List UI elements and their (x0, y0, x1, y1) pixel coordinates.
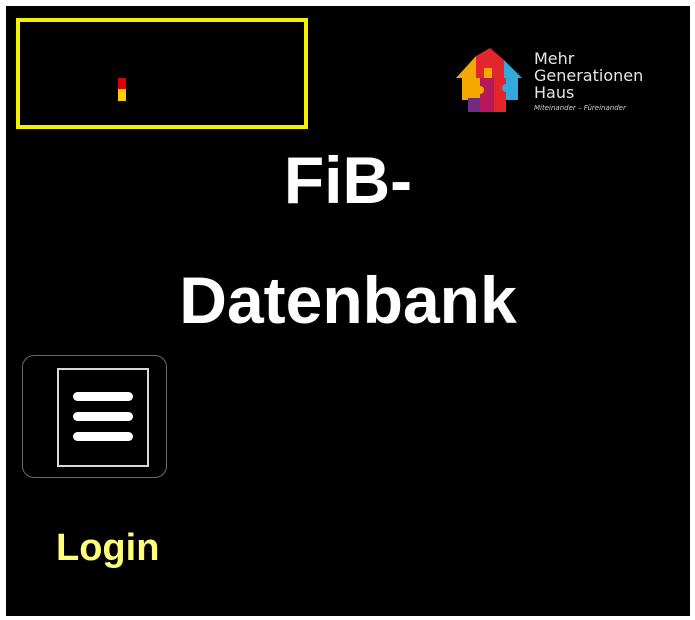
menu-toggle-button[interactable] (22, 355, 167, 478)
home-logo-link[interactable] (16, 18, 308, 129)
login-link[interactable]: Login (56, 526, 159, 570)
mehrgenerationenhaus-logo[interactable]: Mehr Generationen Haus Miteinander – Für… (454, 48, 674, 128)
hamburger-menu-icon (73, 392, 133, 442)
logo-line-1: Mehr (534, 49, 575, 68)
logo-line-2: Generationen (534, 66, 644, 85)
page-title-line-2: Datenbank (179, 263, 518, 337)
logo-tagline: Miteinander – Füreinander (534, 104, 626, 112)
german-flag-icon (118, 66, 126, 101)
mehrgenerationenhaus-wordmark: Mehr Generationen Haus Miteinander – Für… (534, 50, 643, 113)
page-title-line-1: FiB- (283, 143, 413, 217)
menu-focus-frame (57, 368, 149, 467)
mehrgenerationenhaus-house-icon (456, 48, 522, 112)
page: Mehr Generationen Haus Miteinander – Für… (6, 6, 690, 616)
logo-line-3: Haus (534, 83, 575, 102)
